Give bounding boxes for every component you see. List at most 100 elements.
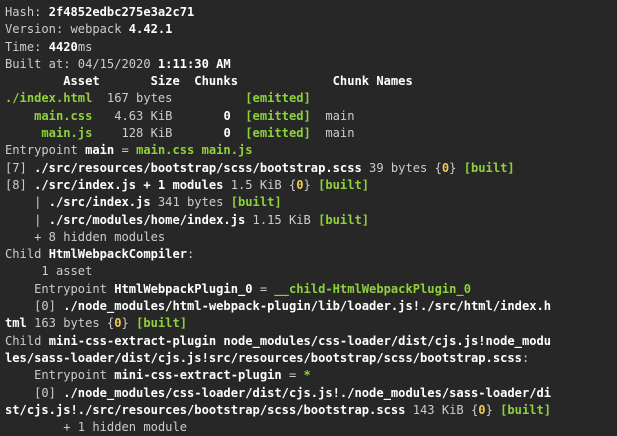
terminal-text: Child	[5, 333, 49, 348]
terminal-text: [built]	[318, 177, 370, 192]
terminal-line: tml 163 bytes {0} [built]	[5, 315, 617, 332]
terminal-text: main	[310, 126, 355, 141]
terminal-line: + 8 hidden modules	[5, 229, 617, 246]
terminal-text: [built]	[318, 212, 370, 227]
terminal-text: 2f4852edbc275e3a2c71	[48, 5, 195, 19]
terminal-text: les/sass-loader/dist/cjs.js!src/resource…	[5, 350, 522, 365]
terminal-text: + 1 hidden module	[5, 420, 188, 435]
terminal-text: 0	[223, 126, 231, 141]
terminal-text: Time:	[5, 39, 49, 54]
terminal-text: 0	[114, 316, 122, 331]
terminal-text: ms	[77, 39, 93, 54]
terminal-text: 1.5 KiB {	[223, 177, 297, 192]
terminal-text: 128 KiB	[92, 126, 224, 141]
terminal-text: [built]	[500, 402, 552, 417]
terminal-text: ./node_modules/css-loader/dist/cjs.js!./…	[63, 385, 552, 400]
terminal-text: ./src/modules/home/index.js	[48, 212, 246, 227]
terminal-text: }	[303, 177, 319, 192]
terminal-text: =	[114, 143, 137, 158]
terminal-text: [7]	[5, 160, 35, 175]
terminal-text: + 8 hidden modules	[5, 229, 166, 244]
terminal-text: 1.15 KiB	[245, 212, 319, 227]
terminal-text: 0	[478, 402, 486, 417]
terminal-text: ./src/index.js	[48, 195, 151, 210]
terminal-text: [0]	[5, 385, 64, 400]
terminal-text: Version: webpack	[5, 22, 129, 37]
terminal-line: Entrypoint mini-css-extract-plugin = *	[5, 367, 617, 384]
terminal-text: [0]	[5, 299, 64, 314]
terminal-line: + 1 hidden module	[5, 419, 617, 436]
terminal-text: [built]	[463, 160, 515, 175]
terminal-text: 163 bytes {	[26, 316, 115, 331]
terminal-text: 4420	[48, 39, 78, 54]
terminal-line: ./index.html 167 bytes [emitted]	[5, 90, 617, 107]
terminal-text: main.css	[5, 108, 93, 123]
terminal-text: :	[187, 247, 195, 262]
terminal-text: main	[85, 143, 115, 158]
terminal-line: Built at: 04/15/2020 1:11:30 AM	[5, 56, 617, 73]
terminal-text: Entrypoint	[5, 143, 86, 158]
terminal-text: mini-css-extract-plugin node_modules/css…	[48, 333, 552, 348]
terminal-text: 4.42.1	[128, 22, 173, 37]
terminal-line: Time: 4420ms	[5, 39, 617, 56]
terminal-line: Entrypoint main = main.css main.js	[5, 142, 617, 159]
terminal-text: [built]	[136, 316, 188, 331]
terminal-line: st/cjs.js!./src/resources/bootstrap/scss…	[5, 402, 617, 419]
terminal-line: 1 asset	[5, 263, 617, 280]
terminal-text: 39 bytes {	[361, 160, 442, 175]
terminal-text: }	[449, 160, 464, 175]
terminal-output[interactable]: Hash: 2f4852edbc275e3a2c71 Version: webpa…	[0, 0, 617, 436]
terminal-text: }	[485, 402, 501, 417]
terminal-text: }	[121, 316, 137, 331]
terminal-text: =	[252, 281, 275, 296]
terminal-line: Version: webpack 4.42.1	[5, 21, 617, 38]
terminal-text: main.css main.js	[136, 143, 253, 158]
terminal-text: 143 KiB {	[405, 402, 479, 417]
terminal-text: =	[281, 368, 304, 383]
terminal-line: main.js 128 KiB 0 [emitted] main	[5, 125, 617, 142]
terminal-text: *	[303, 368, 311, 383]
terminal-text: HtmlWebpackCompiler	[48, 247, 188, 262]
terminal-line: Child mini-css-extract-plugin node_modul…	[5, 333, 617, 350]
terminal-text: Entrypoint	[5, 281, 115, 296]
terminal-line: | ./src/index.js 341 bytes [built]	[5, 194, 617, 211]
terminal-text: [built]	[230, 195, 282, 210]
terminal-text: [emitted]	[245, 108, 311, 123]
terminal-line: les/sass-loader/dist/cjs.js!src/resource…	[5, 350, 617, 367]
terminal-text: Entrypoint	[5, 368, 115, 383]
terminal-text: |	[5, 212, 49, 227]
terminal-text: ./src/resources/bootstrap/scss/bootstrap…	[34, 160, 362, 175]
terminal-line: | ./src/modules/home/index.js 1.15 KiB […	[5, 212, 617, 229]
terminal-text: [emitted]	[245, 91, 311, 106]
terminal-text: mini-css-extract-plugin	[114, 368, 282, 383]
terminal-text: tml	[5, 316, 27, 331]
terminal-text: main	[310, 108, 355, 123]
terminal-text: ./node_modules/html-webpack-plugin/lib/l…	[63, 299, 552, 314]
terminal-line: main.css 4.63 KiB 0 [emitted] main	[5, 108, 617, 125]
terminal-text: Built at: 04/15/2020	[5, 56, 158, 71]
terminal-text: Asset Size Chunks Chunk Names	[5, 74, 413, 89]
terminal-text: __child-HtmlWebpackPlugin_0	[274, 281, 471, 296]
terminal-line: Entrypoint HtmlWebpackPlugin_0 = __child…	[5, 281, 617, 298]
terminal-text: 0	[223, 108, 231, 123]
terminal-line: Hash: 2f4852edbc275e3a2c71	[5, 4, 617, 21]
terminal-line: [7] ./src/resources/bootstrap/scss/boots…	[5, 160, 617, 177]
terminal-text: ./index.html	[5, 91, 93, 106]
terminal-text: 4.63 KiB	[92, 108, 224, 123]
terminal-text: |	[5, 195, 49, 210]
terminal-text: :	[521, 350, 530, 365]
terminal-text: [emitted]	[245, 126, 311, 141]
terminal-text: 1:11:30 AM	[157, 56, 231, 71]
terminal-line: [0] ./node_modules/html-webpack-plugin/l…	[5, 298, 617, 315]
terminal-line: Child HtmlWebpackCompiler:	[5, 246, 617, 263]
terminal-line: [8] ./src/index.js + 1 modules 1.5 KiB {…	[5, 177, 617, 194]
terminal-line: [0] ./node_modules/css-loader/dist/cjs.j…	[5, 385, 617, 402]
terminal-text: Child	[5, 247, 49, 262]
terminal-text: 341 bytes	[150, 195, 231, 210]
terminal-text: Hash:	[5, 5, 49, 19]
terminal-text: 1 asset	[5, 264, 93, 279]
terminal-line: Asset Size Chunks Chunk Names	[5, 73, 617, 90]
terminal-text: st/cjs.js!./src/resources/bootstrap/scss…	[5, 402, 406, 417]
